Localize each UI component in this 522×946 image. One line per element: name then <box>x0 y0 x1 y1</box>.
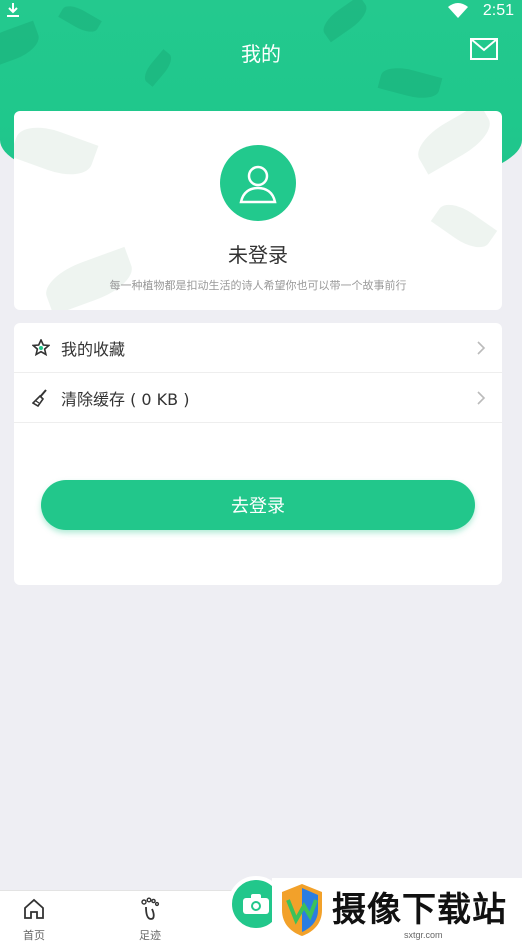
favorites-item[interactable]: 我的收藏 <box>14 323 502 373</box>
download-icon <box>6 2 20 22</box>
mail-icon[interactable] <box>470 38 498 60</box>
tab-home-label: 首页 <box>23 929 45 942</box>
login-state: 未登录 <box>228 243 288 267</box>
camera-icon <box>243 894 269 914</box>
favorites-label: 我的收藏 <box>61 339 126 359</box>
clear-cache-item[interactable]: 清除缓存 ( 0 KB ) <box>14 373 502 423</box>
chevron-right-icon <box>476 340 486 356</box>
tab-footprint-label: 足迹 <box>139 929 161 942</box>
status-bar: 2:51 <box>0 0 522 24</box>
login-button[interactable]: 去登录 <box>41 480 475 530</box>
chevron-right-icon <box>476 390 486 406</box>
watermark: 摄像下载站 sxtgr.com <box>272 878 522 946</box>
tab-footprint[interactable]: 足迹 <box>120 891 180 946</box>
watermark-title: 摄像下载站 <box>332 890 507 930</box>
profile-card: 未登录 每一种植物都是扣动生活的诗人希望你也可以带一个故事前行 <box>14 111 502 310</box>
star-icon <box>31 338 51 357</box>
footprint-icon <box>138 897 162 921</box>
shield-logo-icon <box>278 882 326 938</box>
clear-cache-label: 清除缓存 ( 0 KB ) <box>61 389 190 409</box>
user-icon <box>239 165 277 204</box>
tab-home[interactable]: 首页 <box>4 891 64 946</box>
page-title: 我的 <box>241 42 281 66</box>
menu-card: 我的收藏 清除缓存 ( 0 KB ) 去登录 <box>14 323 502 585</box>
wifi-icon <box>448 3 468 23</box>
avatar[interactable] <box>220 145 296 221</box>
slogan: 每一种植物都是扣动生活的诗人希望你也可以带一个故事前行 <box>109 279 407 292</box>
broom-icon <box>31 389 50 408</box>
watermark-url: sxtgr.com <box>404 930 443 940</box>
home-icon <box>22 897 46 921</box>
status-time: 2:51 <box>482 2 514 19</box>
